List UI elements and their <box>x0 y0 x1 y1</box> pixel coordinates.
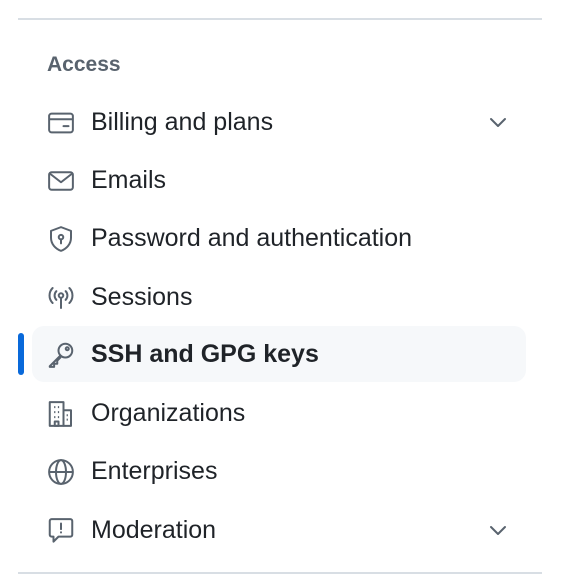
bottom-divider <box>18 572 542 574</box>
sidebar-item-moderation[interactable]: Moderation <box>32 502 526 558</box>
chevron-down-icon[interactable] <box>486 110 510 134</box>
mail-icon <box>46 166 76 196</box>
sidebar-item-billing-and-plans[interactable]: Billing and plans <box>32 94 526 150</box>
sidebar-item-organizations[interactable]: Organizations <box>32 385 526 441</box>
sidebar-item-label: Moderation <box>91 516 217 544</box>
sidebar-item-enterprises[interactable]: Enterprises <box>32 443 526 499</box>
chevron-down-icon[interactable] <box>486 518 510 542</box>
sidebar-item-label: Password and authentication <box>91 224 413 252</box>
broadcast-icon <box>46 283 76 313</box>
sidebar-item-label: Enterprises <box>91 457 218 485</box>
sidebar-item-password-and-authentication[interactable]: Password and authentication <box>32 210 526 266</box>
sidebar-item-emails[interactable]: Emails <box>32 152 526 208</box>
sidebar-item-label: Sessions <box>91 283 193 311</box>
sidebar-item-ssh-and-gpg-keys[interactable]: SSH and GPG keys <box>32 326 526 382</box>
report-icon <box>46 516 76 546</box>
sidebar-item-label: Emails <box>91 166 167 194</box>
sidebar-item-label: SSH and GPG keys <box>91 340 319 368</box>
key-icon <box>46 340 76 370</box>
sidebar-item-label: Billing and plans <box>91 108 274 136</box>
shield-lock-icon <box>46 224 76 254</box>
organization-icon <box>46 399 76 429</box>
sidebar-item-label: Organizations <box>91 399 246 427</box>
active-indicator <box>18 333 24 375</box>
credit-card-icon <box>46 108 76 138</box>
settings-sidebar-nav: Billing and plans Emails Password and au… <box>0 0 564 586</box>
globe-icon <box>46 457 76 487</box>
sidebar-item-sessions[interactable]: Sessions <box>32 269 526 325</box>
